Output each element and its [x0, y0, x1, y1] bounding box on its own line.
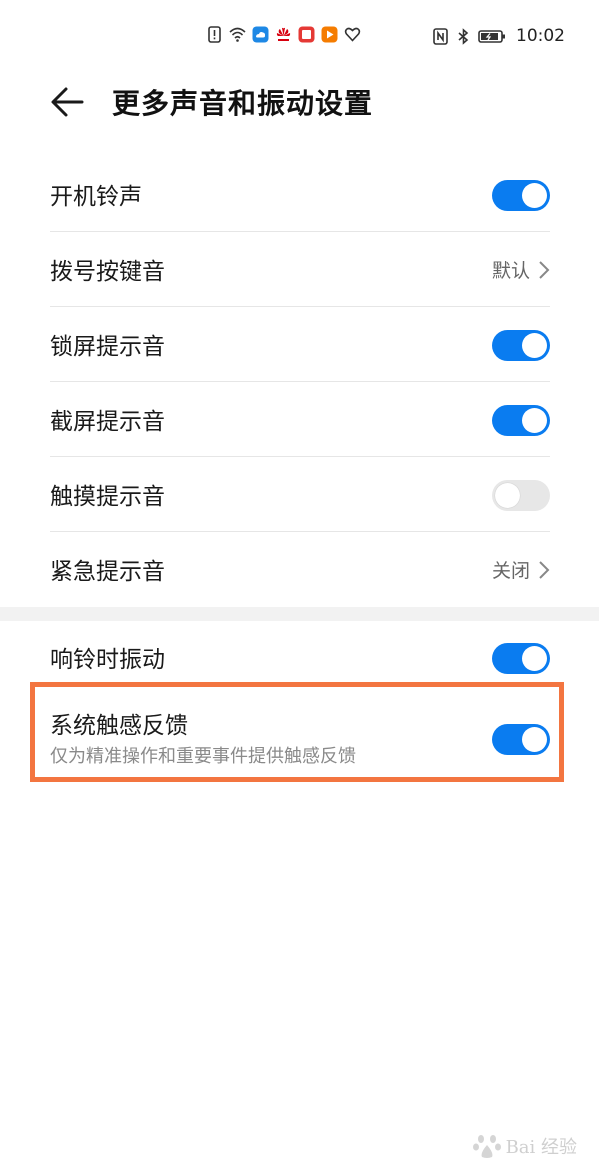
toggle-knob — [522, 408, 547, 433]
setting-row-touch-sound: 触摸提示音 — [50, 457, 550, 532]
chevron-right-icon — [539, 260, 550, 279]
battery-icon — [478, 29, 505, 43]
back-button[interactable] — [48, 84, 88, 120]
page-title: 更多声音和振动设置 — [112, 87, 374, 120]
setting-value: 默认 — [491, 260, 530, 282]
toggle-knob — [522, 727, 547, 752]
heart-icon — [344, 27, 361, 42]
setting-row-lock-sound: 锁屏提示音 — [50, 307, 550, 382]
section-divider — [0, 607, 599, 621]
toggle-knob — [522, 183, 547, 208]
setting-label: 紧急提示音 — [50, 559, 165, 585]
setting-label: 锁屏提示音 — [50, 334, 165, 360]
haptic-feedback-toggle[interactable] — [492, 724, 550, 755]
vibrate-on-ring-toggle[interactable] — [492, 643, 550, 674]
toggle-knob — [522, 646, 547, 671]
setting-label: 触摸提示音 — [50, 484, 165, 510]
emergency-sound-value-link[interactable]: 关闭 — [492, 556, 550, 583]
status-icons-left — [206, 26, 361, 43]
status-time: 10:02 — [516, 26, 565, 46]
setting-value: 关闭 — [491, 560, 530, 582]
baidu-paw-icon — [472, 1135, 501, 1158]
huawei-icon — [276, 27, 291, 41]
setting-row-emergency-sound[interactable]: 紧急提示音 关闭 — [50, 532, 550, 607]
toggle-knob — [522, 333, 547, 358]
nfc-icon — [433, 27, 448, 45]
header: 更多声音和振动设置 — [0, 70, 599, 134]
bluetooth-icon — [458, 27, 469, 45]
setting-row-dial-tone[interactable]: 拨号按键音 默认 — [50, 232, 550, 307]
boot-ringtone-toggle[interactable] — [492, 180, 550, 211]
setting-description: 仅为精准操作和重要事件提供触感反馈 — [50, 746, 356, 767]
cloud-app-icon — [252, 26, 269, 43]
status-icons-right: 10:02 — [432, 26, 565, 46]
watermark-text: Bai 经验 — [505, 1137, 577, 1158]
wifi-icon — [229, 27, 246, 42]
alert-icon — [208, 26, 221, 43]
setting-row-screenshot-sound: 截屏提示音 — [50, 382, 550, 457]
screenshot-sound-toggle[interactable] — [492, 405, 550, 436]
dial-tone-value-link[interactable]: 默认 — [492, 256, 550, 283]
setting-row-boot-ringtone: 开机铃声 — [50, 157, 550, 232]
touch-sound-toggle[interactable] — [492, 480, 550, 511]
setting-label: 系统触感反馈 — [50, 713, 188, 739]
watermark: Bai 经验 — [472, 1131, 577, 1161]
setting-label: 开机铃声 — [50, 184, 142, 210]
lock-sound-toggle[interactable] — [492, 330, 550, 361]
chevron-right-icon — [539, 560, 550, 579]
setting-label: 响铃时振动 — [50, 647, 165, 673]
setting-label: 截屏提示音 — [50, 409, 165, 435]
setting-row-haptic-feedback: 系统触感反馈 仅为精准操作和重要事件提供触感反馈 — [50, 686, 550, 778]
arrow-left-icon — [51, 87, 84, 117]
status-bar: 10:02 — [0, 0, 599, 70]
app-red-icon — [298, 26, 315, 43]
toggle-knob — [495, 483, 520, 508]
setting-label: 拨号按键音 — [50, 259, 165, 285]
video-app-icon — [321, 26, 338, 43]
